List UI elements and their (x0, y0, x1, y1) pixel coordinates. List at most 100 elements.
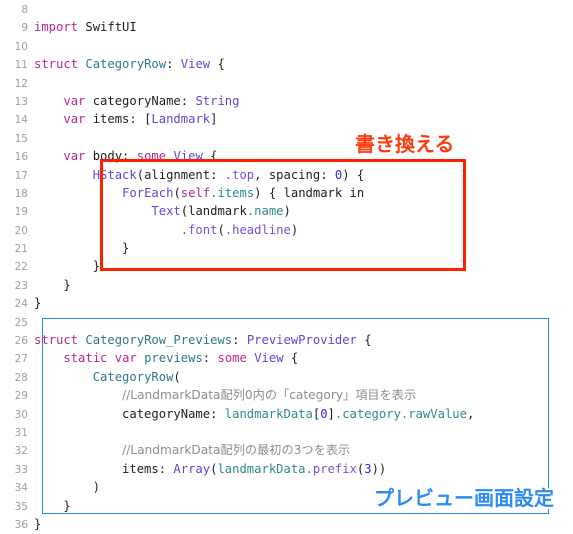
line-content[interactable]: ) (34, 478, 100, 496)
line-content[interactable]: categoryName: landmarkData[0].category.r… (34, 405, 474, 423)
code-line[interactable]: 28 CategoryRow( (0, 368, 573, 386)
code-line[interactable]: 22 } (0, 257, 573, 275)
token-property: .name (246, 204, 284, 219)
token-type: String (195, 93, 240, 108)
code-editor[interactable]: 8 9 import SwiftUI 10 11 struct CategoryRo… (0, 0, 573, 531)
line-content[interactable]: } (34, 239, 129, 257)
token-property: .rawValue (400, 406, 467, 421)
token-keyword: static (63, 351, 108, 366)
code-line[interactable]: 25 (0, 313, 573, 331)
line-content[interactable]: static var previews: some View { (34, 349, 298, 367)
code-line[interactable]: 11 struct CategoryRow: View { (0, 55, 573, 73)
code-line[interactable]: 26 struct CategoryRow_Previews: PreviewPr… (0, 331, 573, 349)
code-line[interactable]: 20 .font(.headline) (0, 221, 573, 239)
line-content[interactable]: struct CategoryRow: View { (34, 55, 225, 73)
line-number: 29 (14, 390, 28, 403)
code-line[interactable]: 14 var items: [Landmark] (0, 110, 573, 128)
line-number: 22 (14, 261, 28, 274)
token-property: landmarkData (217, 461, 306, 476)
line-number: 17 (14, 169, 28, 182)
line-content[interactable]: } (34, 515, 41, 533)
line-content[interactable]: struct CategoryRow_Previews: PreviewProv… (34, 331, 372, 349)
line-content[interactable]: var categoryName: String (34, 92, 239, 110)
token-protocol: PreviewProvider (246, 333, 357, 348)
token-plain: SwiftUI (78, 20, 137, 35)
code-line[interactable]: 24} (0, 294, 573, 312)
line-content[interactable]: Text(landmark.name) (34, 202, 290, 220)
code-line[interactable]: 23 } (0, 276, 573, 294)
code-line[interactable]: 33 items: Array(landmarkData.prefix(3)) (0, 460, 573, 478)
code-line[interactable]: 31 (0, 423, 573, 441)
line-content[interactable]: import SwiftUI (34, 18, 137, 36)
token-type: Text (151, 204, 181, 219)
code-line[interactable]: 13 var categoryName: String (0, 92, 573, 110)
code-line[interactable]: 19 Text(landmark.name) (0, 202, 573, 220)
code-line[interactable]: 12 (0, 74, 573, 92)
token-keyword: import (34, 20, 79, 35)
token-property: previews (144, 351, 203, 366)
token-type: CategoryRow (85, 57, 167, 72)
code-line[interactable]: 10 (0, 37, 573, 55)
code-line[interactable]: 16 var body: some View { (0, 147, 573, 165)
token-property: .category (334, 406, 401, 421)
code-line[interactable]: 9 import SwiftUI (0, 18, 573, 36)
line-number: 26 (14, 335, 28, 348)
line-number: 30 (14, 408, 28, 421)
line-content[interactable]: } (34, 276, 70, 294)
line-content[interactable]: CategoryRow( (34, 368, 181, 386)
red-annotation-label: 書き換える (353, 130, 456, 158)
line-number: 13 (14, 95, 28, 108)
line-content[interactable]: ForEach(self.items) { landmark in (34, 184, 364, 202)
token-property: .items (210, 185, 255, 200)
token-number: 0 (320, 406, 328, 421)
code-line[interactable]: 18 ForEach(self.items) { landmark in (0, 184, 573, 202)
token-keyword: var (63, 112, 86, 127)
token-keyword: some (217, 351, 247, 366)
token-enum-case: .top (224, 167, 255, 182)
code-line[interactable]: 8 (0, 0, 573, 18)
code-line[interactable]: 21 } (0, 239, 573, 257)
code-line[interactable]: 30 categoryName: landmarkData[0].categor… (0, 405, 573, 423)
line-content[interactable]: .font(.headline) (34, 221, 298, 239)
line-content[interactable]: HStack(alignment: .top, spacing: 0) { (34, 166, 365, 184)
line-number: 23 (14, 279, 28, 292)
token-keyword: struct (34, 57, 79, 72)
token-protocol: View (180, 57, 211, 72)
token-type: HStack (92, 167, 137, 182)
token-comment: //LandmarkData配列0内の「category」項目を表示 (122, 388, 417, 403)
code-line[interactable]: 36} (0, 515, 573, 533)
token-keyword: self (180, 185, 211, 200)
token-keyword: var (114, 351, 137, 366)
code-line[interactable]: 27 static var previews: some View { (0, 349, 573, 367)
token-type: CategoryRow (92, 369, 174, 384)
line-content[interactable]: } (34, 294, 41, 312)
line-content[interactable]: var body: some View { (34, 147, 217, 165)
token-enum-case: .headline (224, 222, 291, 237)
line-content[interactable]: //LandmarkData配列の最初の3つを表示 (34, 441, 350, 459)
line-number: 16 (14, 151, 28, 164)
token-method: .prefix (305, 461, 357, 476)
line-number: 32 (14, 445, 28, 458)
line-number: 24 (14, 298, 28, 311)
token-keyword: struct (34, 333, 79, 348)
code-lines-container[interactable]: 8 9 import SwiftUI 10 11 struct CategoryRo… (0, 0, 573, 531)
line-content[interactable]: items: Array(landmarkData.prefix(3)) (34, 460, 386, 478)
token-type: Array (173, 461, 211, 476)
line-content[interactable]: } (34, 257, 100, 275)
line-number: 8 (21, 4, 28, 16)
token-type: View (173, 149, 203, 164)
line-number: 27 (14, 353, 28, 366)
line-number: 20 (14, 224, 28, 237)
code-line[interactable]: 32 //LandmarkData配列の最初の3つを表示 (0, 441, 573, 459)
line-content[interactable]: var items: [Landmark] (34, 110, 217, 128)
code-line[interactable]: 15 (0, 129, 573, 147)
line-number: 31 (14, 426, 28, 439)
line-number: 34 (14, 482, 28, 495)
line-content[interactable]: } (34, 497, 70, 515)
line-content[interactable]: //LandmarkData配列0内の「category」項目を表示 (34, 386, 416, 404)
line-number: 15 (14, 132, 28, 145)
token-property: landmarkData (224, 406, 313, 421)
line-number: 18 (14, 187, 28, 200)
code-line[interactable]: 29 //LandmarkData配列0内の「category」項目を表示 (0, 386, 573, 404)
code-line[interactable]: 17 HStack(alignment: .top, spacing: 0) { (0, 166, 573, 184)
